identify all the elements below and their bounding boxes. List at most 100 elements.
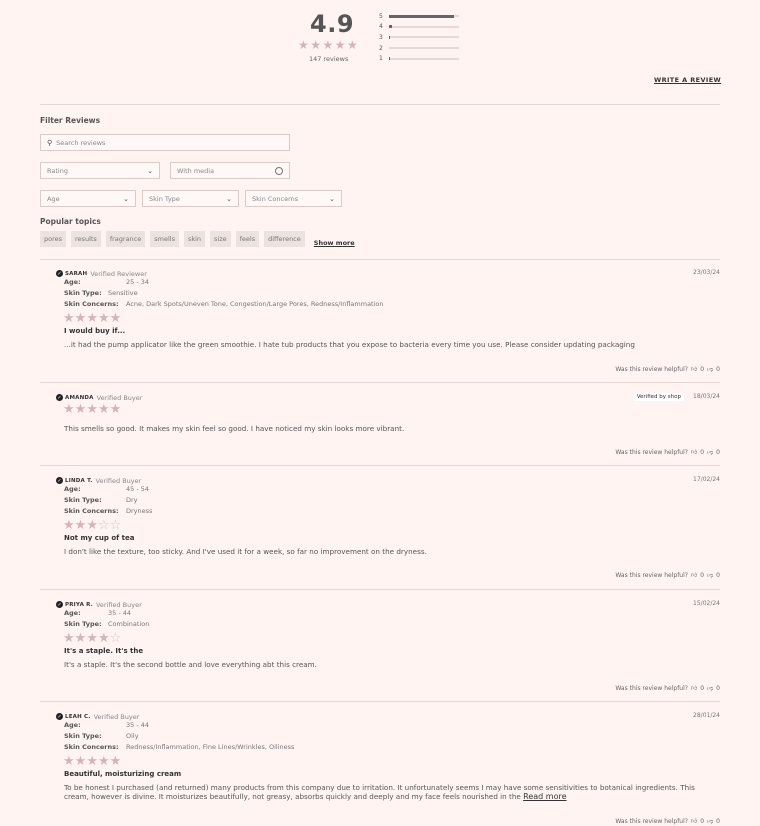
divider [40, 259, 720, 260]
verified-check-icon: ✓ [56, 601, 63, 608]
topic-chip[interactable]: results [71, 231, 101, 247]
divider [40, 382, 720, 383]
star-filled-icon: ★ [74, 754, 87, 769]
helpful-row: Was this review helpful? 👍︎ 0 👎︎ 0 [615, 365, 720, 374]
verified-badge: Verified Buyer [96, 393, 143, 402]
thumbs-up-icon[interactable]: 👍︎ [691, 365, 697, 373]
review-author: LINDA T. [65, 477, 93, 484]
meta-value: Acne, Dark Spots/Uneven Tone, Congestion… [126, 300, 384, 308]
star-filled-icon: ★ [74, 402, 87, 417]
age-filter-select[interactable]: Age ⌄ [40, 190, 136, 207]
filter-title: Filter Reviews [40, 116, 101, 125]
star-filled-icon: ★ [74, 631, 87, 646]
skin-type-filter-select[interactable]: Skin Type ⌄ [142, 190, 239, 207]
meta-label: Skin Concerns: [64, 300, 119, 308]
thumbs-down-icon[interactable]: 👎︎ [707, 817, 713, 825]
topic-chip[interactable]: smells [150, 231, 179, 247]
meta-label: Skin Concerns: [64, 743, 119, 751]
rating-bar-row[interactable]: 2 [379, 43, 461, 54]
skin-concerns-filter-select[interactable]: Skin Concerns ⌄ [245, 190, 342, 207]
topic-chips: pores results fragrance smells skin size… [40, 231, 355, 247]
rating-bar-row[interactable]: 4 [379, 22, 461, 33]
rating-breakdown: 5 4 3 2 1 [379, 11, 461, 64]
review-item: ✓ LINDA T. Verified Buyer 17/02/24 Age: 45 … [56, 476, 720, 556]
star-filled-icon: ★ [109, 754, 122, 769]
with-media-toggle[interactable]: With media [170, 162, 290, 179]
review-item: ✓ PRIYA R. Verified Buyer 15/02/24 Age: 35 … [56, 600, 720, 669]
meta-value: Dry [126, 496, 138, 504]
topic-chip[interactable]: difference [264, 231, 305, 247]
thumbs-down-icon[interactable]: 👎︎ [707, 448, 713, 456]
review-author: PRIYA R. [65, 601, 93, 608]
star-filled-icon: ★ [97, 631, 110, 646]
verified-badge: Verified Buyer [93, 712, 140, 721]
write-review-button[interactable]: WRITE A REVIEW [654, 76, 721, 84]
rating-bar-row[interactable]: 1 [379, 53, 461, 64]
topic-chip[interactable]: feels [235, 231, 260, 247]
rating-filter-label: Rating [47, 166, 68, 175]
topic-chip[interactable]: fragrance [105, 231, 146, 247]
show-more-link[interactable]: Show more [314, 239, 355, 247]
rating-filter-select[interactable]: Rating ⌄ [40, 162, 160, 179]
star-filled-icon: ★ [63, 311, 75, 326]
review-title: I would buy if... [64, 327, 126, 335]
rating-bar-label: 2 [379, 44, 383, 52]
thumbs-down-icon[interactable]: 👎︎ [707, 365, 713, 373]
thumbs-down-icon[interactable]: 👎︎ [707, 571, 713, 579]
star-filled-icon: ★ [63, 631, 75, 646]
review-body: This smells so good. It makes my skin fe… [64, 424, 405, 433]
review-date: 18/03/24 [693, 393, 720, 400]
review-body: ...it had the pump applicator like the g… [64, 340, 635, 349]
star-filled-icon: ★ [97, 311, 110, 326]
review-item: ✓ AMANDA Verified Buyer Verified by shop 1… [56, 393, 720, 433]
thumbs-up-icon[interactable]: 👍︎ [691, 684, 697, 692]
star-empty-icon: ☆ [109, 518, 122, 533]
meta-label: Age: [64, 485, 81, 493]
review-title: It's a staple. It's the [64, 647, 144, 655]
meta-value: 35 - 44 [108, 609, 132, 617]
downvote-count: 0 [716, 448, 720, 456]
thumbs-up-icon[interactable]: 👍︎ [691, 571, 697, 579]
skin-concerns-filter-label: Skin Concerns [252, 194, 299, 203]
rating-bar-row[interactable]: 3 [379, 32, 461, 43]
search-input[interactable]: ⚲ Search reviews [40, 134, 290, 151]
thumbs-down-icon[interactable]: 👎︎ [707, 684, 713, 692]
chevron-down-icon: ⌄ [329, 194, 335, 203]
chevron-down-icon: ⌄ [226, 194, 232, 203]
helpful-label: Was this review helpful? [615, 365, 688, 373]
read-more-link[interactable]: Read more [523, 792, 566, 801]
thumbs-up-icon[interactable]: 👍︎ [691, 817, 697, 825]
rating-bar-fill [389, 25, 392, 29]
review-body: I don't like the texture, too sticky. An… [64, 547, 427, 556]
verified-badge: Verified Reviewer [90, 269, 147, 278]
skin-type-filter-label: Skin Type [149, 194, 180, 203]
rating-bar-track [389, 25, 459, 29]
downvote-count: 0 [716, 684, 720, 692]
rating-bar-fill [389, 57, 391, 61]
meta-label: Skin Concerns: [64, 507, 119, 515]
star-filled-icon: ★ [63, 518, 75, 533]
topic-chip[interactable]: skin [183, 231, 206, 247]
with-media-label: With media [177, 166, 215, 175]
meta-label: Skin Type: [64, 732, 102, 740]
divider [40, 701, 720, 702]
thumbs-up-icon[interactable]: 👍︎ [691, 448, 697, 456]
upvote-count: 0 [700, 571, 705, 579]
rating-bar-row[interactable]: 5 [379, 11, 461, 22]
downvote-count: 0 [716, 571, 720, 579]
helpful-row: Was this review helpful? 👍︎ 0 👎︎ 0 [615, 817, 720, 826]
review-stars: ★★★★☆ [56, 631, 720, 646]
upvote-count: 0 [700, 448, 705, 456]
upvote-count: 0 [700, 365, 705, 373]
search-icon: ⚲ [47, 138, 53, 147]
rating-bar-track [389, 35, 459, 39]
radio-icon [275, 166, 283, 175]
topic-chip[interactable]: size [210, 231, 231, 247]
rating-bar-track [389, 47, 459, 50]
meta-value: Sensitive [108, 289, 138, 297]
helpful-label: Was this review helpful? [615, 817, 688, 825]
rating-bar-fill [389, 14, 455, 18]
star-filled-icon: ★ [63, 754, 75, 769]
topic-chip[interactable]: pores [40, 231, 67, 247]
downvote-count: 0 [716, 817, 720, 825]
